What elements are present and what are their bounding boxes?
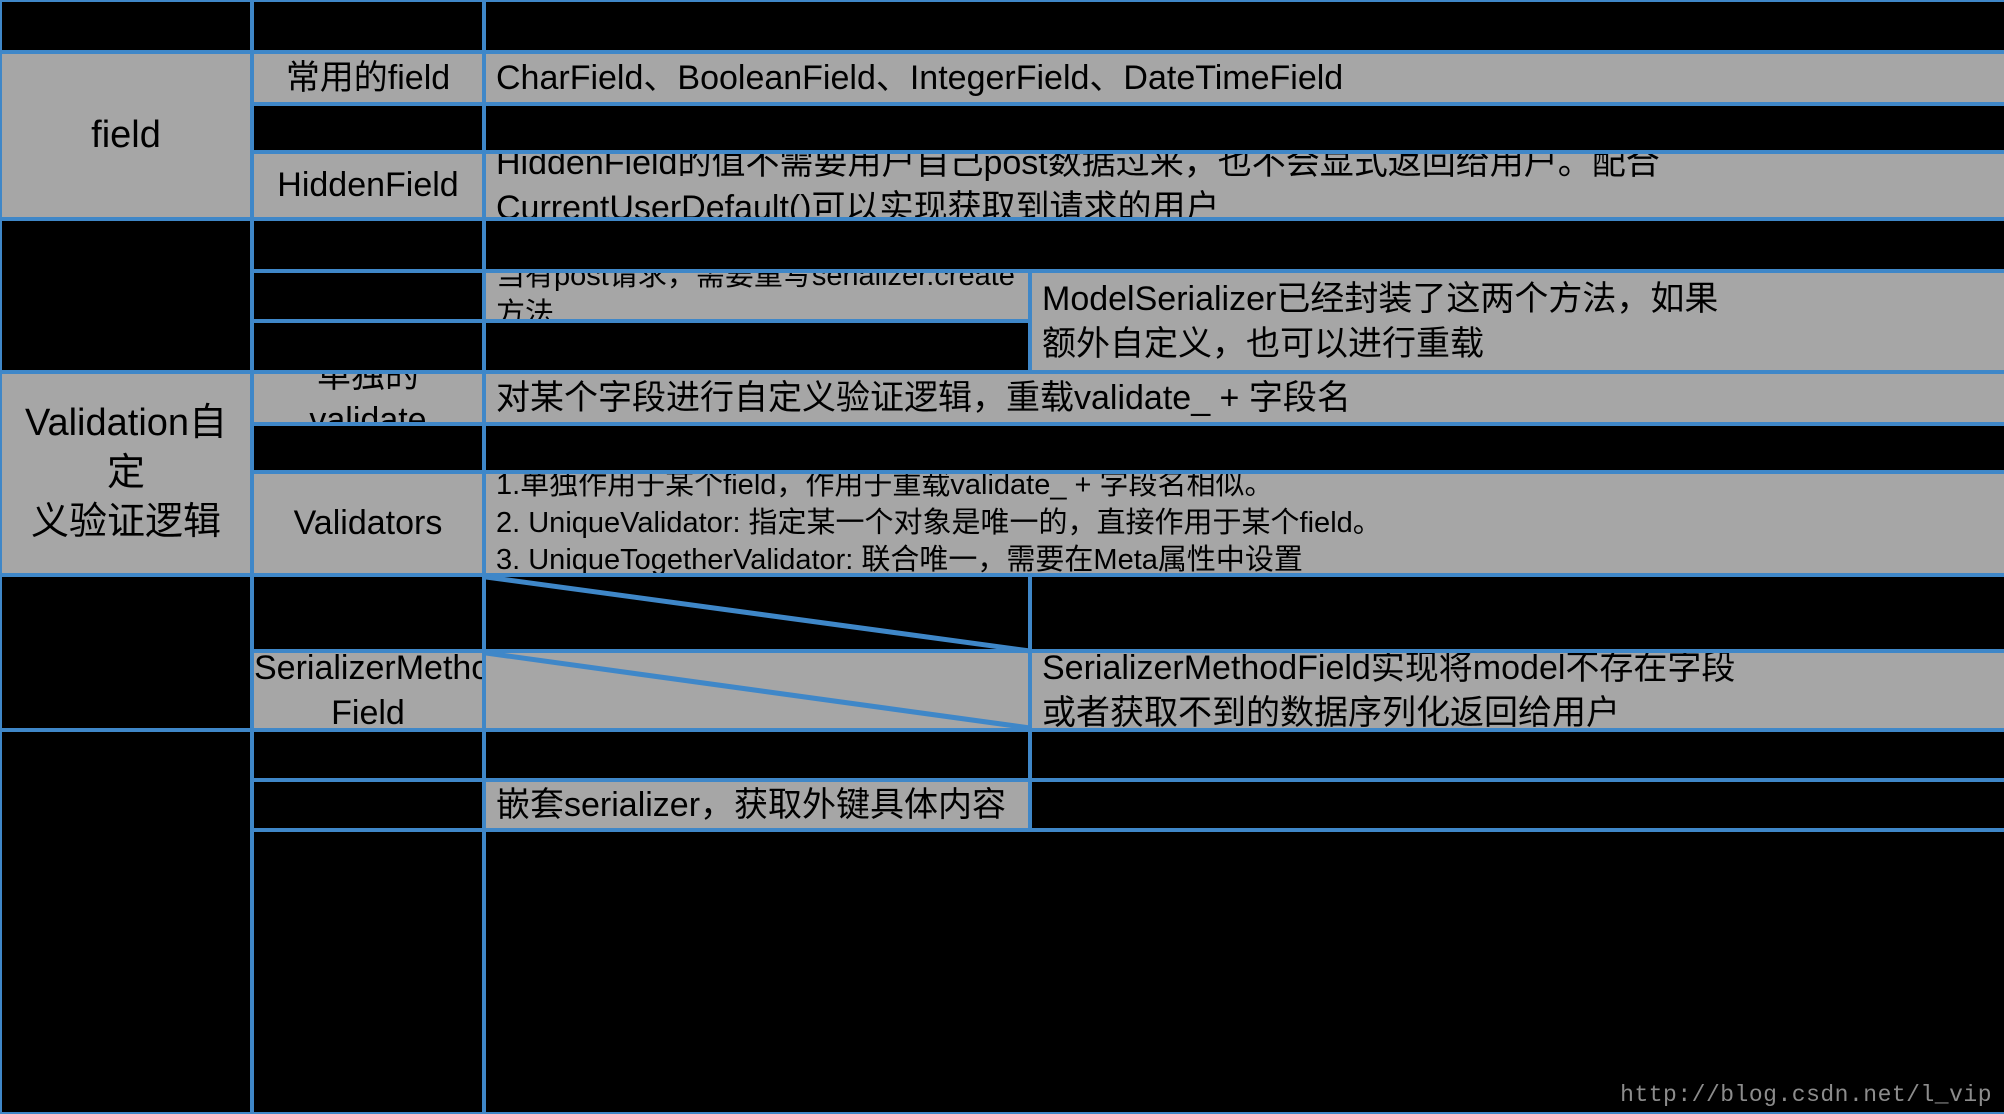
- row-desc-single-validate: 对某个字段进行自定义验证逻辑，重载validate_ + 字段名: [484, 372, 2004, 424]
- row-name-create-blank-top: [252, 219, 484, 271]
- row-name-serializermethodfield-text: SerializerMethod Field: [254, 651, 484, 730]
- row-desc-validate-blank: [484, 424, 2004, 472]
- row-name-common-field: 常用的field: [252, 52, 484, 104]
- row-name-validators-text: Validators: [293, 504, 443, 543]
- row-desc-serializermethodfield: [484, 651, 1030, 730]
- row-name-hiddenfield-text: HiddenField: [277, 166, 459, 205]
- watermark-url: http://blog.csdn.net/l_vip: [1620, 1082, 1992, 1108]
- group-label-field: field: [0, 52, 252, 219]
- row-name-nested: [252, 780, 484, 830]
- row-name-common-field-text: 常用的field: [285, 58, 451, 97]
- group-label-validation: Validation自定 义验证逻辑: [0, 372, 252, 575]
- row-name-hiddenfield: HiddenField: [252, 152, 484, 219]
- row-name-single-validate: 单独的validate: [252, 372, 484, 424]
- row-desc-field-blank: [484, 104, 2004, 152]
- note-modelserializer-text: ModelSerializer已经封装了这两个方法，如果 额外自定义，也可以进行…: [1042, 280, 1719, 363]
- row-name-nested-blank-bottom: [252, 830, 484, 1114]
- row-desc-smf-blank: [484, 575, 1030, 651]
- note-nested-blank-mid: [1030, 780, 2004, 830]
- row-name-nested-blank-top: [252, 730, 484, 780]
- group-label-serializer-method-field: [0, 575, 252, 730]
- row-desc-validators: 1.单独作用于某个field，作用于重载validate_ + 字段名相似。 2…: [484, 472, 2004, 575]
- row-desc-nested-text: 嵌套serializer，获取外键具体内容: [496, 785, 1007, 824]
- row-desc-hiddenfield: HiddenField的值不需要用户自己post数据过来，也不会显式返回给用户。…: [484, 152, 2004, 219]
- group-label-validation-text: Validation自定 义验证逻辑: [24, 402, 228, 544]
- note-smf-blank-top: [1030, 575, 2004, 651]
- note-modelserializer: ModelSerializer已经封装了这两个方法，如果 额外自定义，也可以进行…: [1030, 271, 2004, 372]
- row-name-update-blank: [252, 321, 484, 372]
- row-name-single-validate-text: 单独的validate: [309, 372, 427, 424]
- note-serializermethodfield-text: SerializerMethodField实现将model不存在字段 或者获取不…: [1042, 651, 1736, 730]
- row-desc-common-field-text: CharField、BooleanField、IntegerField、Date…: [496, 58, 1344, 97]
- row-desc-nested-blank-top: [484, 730, 1030, 780]
- row-desc-create-blank-top: [484, 219, 2004, 271]
- row-name-validate-blank: [252, 424, 484, 472]
- row-name-smf-blank: [252, 575, 484, 651]
- diagram-canvas: field 常用的field CharField、BooleanField、In…: [0, 0, 2004, 1114]
- group-label-nested: [0, 730, 252, 1114]
- cell-blank-top-left: [0, 0, 252, 52]
- row-name-serializermethodfield: SerializerMethod Field: [252, 651, 484, 730]
- row-desc-nested-blank-bottom: [484, 830, 2004, 1114]
- row-name-create: [252, 271, 484, 321]
- row-desc-hiddenfield-text: HiddenField的值不需要用户自己post数据过来，也不会显式返回给用户。…: [496, 152, 1660, 219]
- row-desc-single-validate-text: 对某个字段进行自定义验证逻辑，重载validate_ + 字段名: [496, 378, 1351, 417]
- row-desc-update-blank: [484, 321, 1030, 372]
- note-nested-blank-top: [1030, 730, 2004, 780]
- row-desc-nested: 嵌套serializer，获取外键具体内容: [484, 780, 1030, 830]
- group-label-serializer-methods: [0, 219, 252, 372]
- group-label-field-text: field: [91, 113, 161, 156]
- row-desc-create: 当有post请求，需要重写serializer.create方法: [484, 271, 1030, 321]
- note-serializermethodfield: SerializerMethodField实现将model不存在字段 或者获取不…: [1030, 651, 2004, 730]
- row-name-validators: Validators: [252, 472, 484, 575]
- cell-blank-top-mid: [252, 0, 484, 52]
- row-name-field-blank: [252, 104, 484, 152]
- cell-blank-top-desc: [484, 0, 2004, 52]
- row-desc-validators-text: 1.单独作用于某个field，作用于重载validate_ + 字段名相似。 2…: [496, 472, 1382, 575]
- row-desc-create-text: 当有post请求，需要重写serializer.create方法: [496, 271, 1015, 321]
- row-desc-common-field: CharField、BooleanField、IntegerField、Date…: [484, 52, 2004, 104]
